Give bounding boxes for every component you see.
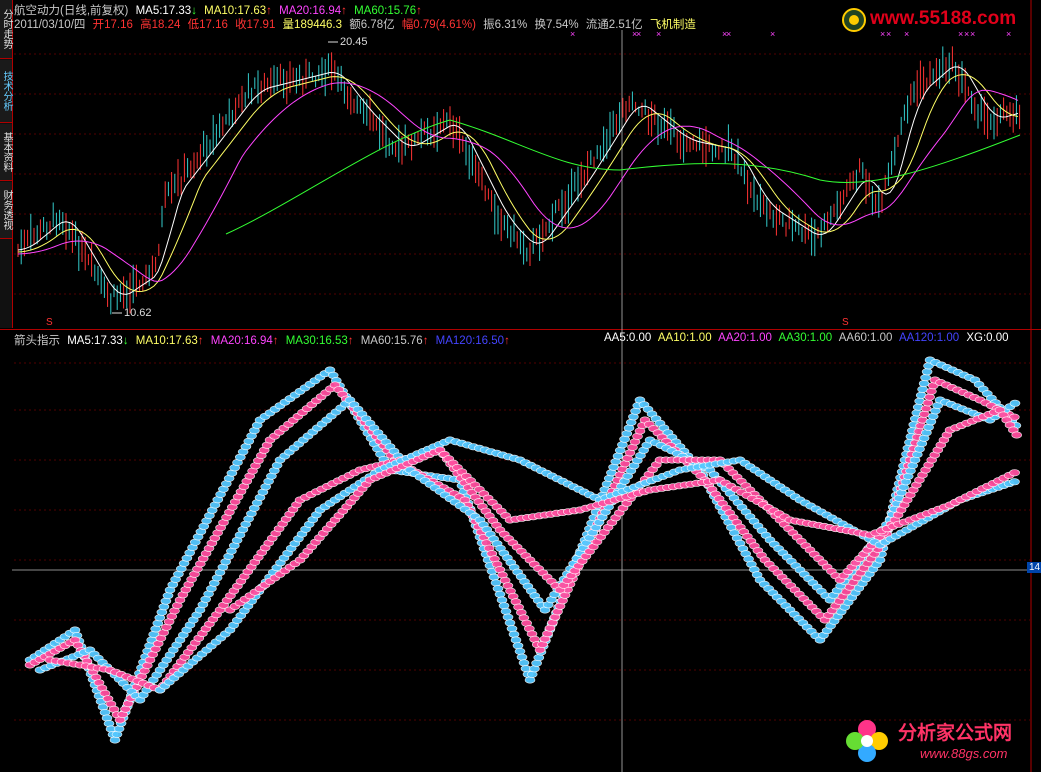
site-logo-bottom: 分析家公式网 www.88gs.com (842, 716, 1036, 766)
low-price-marker: 10.62 (124, 307, 152, 319)
indicator-dot (917, 385, 928, 393)
flower-logo-icon (846, 720, 888, 762)
signal-x-marker: × (656, 29, 661, 39)
indicator-dot (874, 556, 886, 564)
signal-x-marker: × (770, 29, 775, 39)
indicator-dot (508, 630, 520, 638)
watermark-bottom-url: www.88gs.com (920, 746, 1008, 761)
indicator-dot (498, 602, 510, 610)
indicator-dot (924, 393, 935, 401)
indicator-dot (1009, 478, 1020, 486)
watermark-bottom-cn: 分析家公式网 (898, 723, 1013, 744)
indicator-dot (500, 607, 512, 615)
signal-x-marker: × (1006, 29, 1011, 39)
indicator-dot (918, 410, 930, 418)
indicator-dot (506, 625, 518, 633)
indicator-dot (920, 374, 931, 382)
indicator-dot (922, 399, 934, 407)
indicator-dot (920, 405, 932, 413)
indicator-dot (504, 619, 516, 627)
signal-x-marker: × (964, 29, 969, 39)
signal-x-marker: × (904, 29, 909, 39)
indicator-dot (492, 585, 504, 593)
signal-x-marker: × (726, 29, 731, 39)
indicator-dot (512, 642, 524, 650)
signal-x-marker: × (570, 29, 575, 39)
indicator-dot (502, 613, 514, 621)
signal-x-marker: × (970, 29, 975, 39)
indicator-dot (516, 653, 528, 661)
indicator-dot (490, 579, 502, 587)
indicator-dot (518, 659, 530, 667)
indicator-dot (921, 368, 933, 376)
signal-marker-sell-2: S (842, 317, 849, 328)
indicator-dot (494, 590, 506, 598)
signal-marker-sell: S (46, 317, 53, 328)
indicator-dot (1011, 431, 1023, 439)
indicator-dot (1009, 399, 1021, 407)
indicator-dot (514, 647, 526, 655)
indicator-dot (1009, 469, 1020, 477)
high-price-marker: 20.45 (340, 36, 368, 48)
indicator-dot (510, 636, 522, 644)
signal-x-marker: × (636, 29, 641, 39)
crosshair-value-tag: 14 (1027, 562, 1041, 573)
signal-x-marker: × (880, 29, 885, 39)
signal-x-marker: × (958, 29, 963, 39)
signal-x-marker: × (886, 29, 891, 39)
indicator-dot (926, 387, 937, 395)
chart-canvas[interactable]: × ×× × ×× × × × × × × × × (0, 0, 1041, 772)
indicator-dot (918, 379, 930, 387)
indicator-dot (496, 596, 508, 604)
